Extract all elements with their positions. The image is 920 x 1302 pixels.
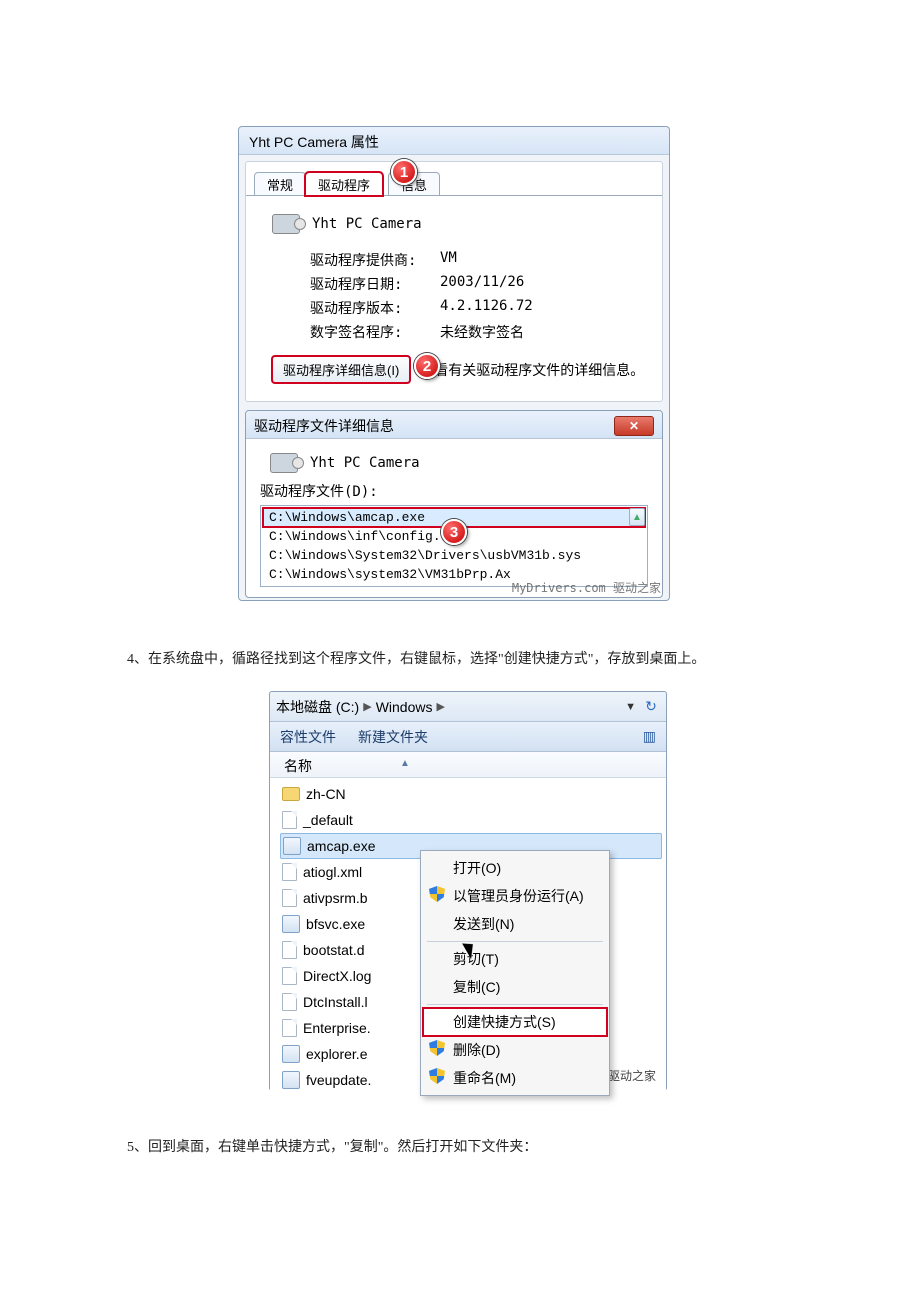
- breadcrumb-part[interactable]: 本地磁盘 (C:): [276, 697, 359, 717]
- properties-dialog-screenshot: Yht PC Camera 属性 常规 驱动程序 信息 1 Yht PC Cam…: [238, 126, 670, 601]
- close-button[interactable]: ✕: [614, 416, 654, 436]
- folder-icon: [282, 787, 300, 801]
- item-label: amcap.exe: [307, 838, 375, 854]
- signer-value: 未经数字签名: [440, 322, 524, 342]
- ctx-label: 重命名(M): [453, 1070, 516, 1086]
- breadcrumb-part[interactable]: Windows: [376, 699, 433, 715]
- watermark-text: MyDrivers.com 驱动之家: [512, 579, 661, 596]
- item-label: zh-CN: [306, 786, 346, 802]
- ctx-cut[interactable]: 剪切(T): [423, 945, 607, 973]
- signer-label: 数字签名程序:: [310, 322, 440, 342]
- item-label: atiogl.xml: [303, 864, 362, 880]
- tab-general[interactable]: 常规: [254, 172, 306, 196]
- shield-icon: [429, 1040, 445, 1056]
- breadcrumb-separator-icon: ▶: [363, 700, 371, 713]
- article-step-4: 4、在系统盘中，循路径找到这个程序文件，右键鼠标，选择"创建快捷方式"，存放到桌…: [127, 648, 807, 668]
- file-icon: [282, 993, 297, 1011]
- column-header[interactable]: 名称 ▲: [270, 752, 666, 778]
- column-name: 名称: [284, 758, 312, 774]
- item-label: bootstat.d: [303, 942, 365, 958]
- ctx-run-as-admin[interactable]: 以管理员身份运行(A): [423, 882, 607, 910]
- window-title: Yht PC Camera 属性: [239, 127, 669, 155]
- driver-details-button[interactable]: 驱动程序详细信息(I): [272, 356, 410, 383]
- ctx-label: 删除(D): [453, 1042, 500, 1058]
- ctx-send-to[interactable]: 发送到(N): [423, 910, 607, 938]
- explorer-screenshot: 本地磁盘 (C:) ▶ Windows ▶ ▼ ↻ 容性文件 新建文件夹 ▥ 名…: [269, 691, 667, 1091]
- view-options-icon[interactable]: ▥: [643, 728, 656, 745]
- ctx-create-shortcut[interactable]: 创建快捷方式(S): [423, 1008, 607, 1036]
- refresh-icon[interactable]: ↻: [642, 698, 660, 716]
- file-icon: [282, 889, 297, 907]
- item-label: fveupdate.: [306, 1072, 371, 1088]
- shield-icon: [429, 1068, 445, 1084]
- driver-files-dialog: 驱动程序文件详细信息 ✕ Yht PC Camera 驱动程序文件(D): C:…: [245, 410, 663, 598]
- ctx-delete[interactable]: 删除(D): [423, 1036, 607, 1064]
- toolbar-compat-files[interactable]: 容性文件: [280, 727, 336, 747]
- list-item[interactable]: _default: [280, 807, 662, 833]
- ctx-copy[interactable]: 复制(C): [423, 973, 607, 1001]
- file-icon: [282, 967, 297, 985]
- file-icon: [282, 941, 297, 959]
- tab-driver[interactable]: 驱动程序: [305, 172, 383, 196]
- driver-tab-content: Yht PC Camera 驱动程序提供商:VM 驱动程序日期:2003/11/…: [246, 195, 662, 401]
- version-value: 4.2.1126.72: [440, 298, 533, 318]
- sort-asc-icon: ▲: [400, 758, 410, 769]
- context-menu: 打开(O) 以管理员身份运行(A) 发送到(N) 剪切(T) 复制(C) 创建快…: [420, 850, 610, 1096]
- callout-3: 3: [441, 519, 467, 545]
- files-list-label: 驱动程序文件(D):: [260, 481, 648, 505]
- exe-icon: [282, 915, 300, 933]
- exe-icon: [282, 1045, 300, 1063]
- driver-files-listbox[interactable]: C:\Windows\amcap.exe C:\Windows\inf\conf…: [260, 505, 648, 587]
- ctx-open[interactable]: 打开(O): [423, 854, 607, 882]
- version-label: 驱动程序版本:: [310, 298, 440, 318]
- scroll-up-button[interactable]: ▲: [629, 508, 645, 526]
- file-icon: [282, 1019, 297, 1037]
- callout-2: 2: [414, 353, 440, 379]
- file-icon: [282, 863, 297, 881]
- date-value: 2003/11/26: [440, 274, 524, 294]
- device-name: Yht PC Camera: [312, 216, 422, 232]
- explorer-toolbar: 容性文件 新建文件夹 ▥: [270, 722, 666, 752]
- camera-icon: [272, 214, 300, 234]
- toolbar-new-folder[interactable]: 新建文件夹: [358, 727, 428, 747]
- dropdown-icon[interactable]: ▼: [625, 701, 636, 713]
- article-step-5: 5、回到桌面，右键单击快捷方式，"复制"。然后打开如下文件夹：: [127, 1136, 727, 1156]
- ctx-label: 以管理员身份运行(A): [453, 888, 584, 904]
- item-label: bfsvc.exe: [306, 916, 365, 932]
- files-dialog-title: 驱动程序文件详细信息: [254, 416, 394, 433]
- date-label: 驱动程序日期:: [310, 274, 440, 294]
- close-icon: ✕: [629, 419, 639, 433]
- list-item[interactable]: zh-CN: [280, 781, 662, 807]
- provider-label: 驱动程序提供商:: [310, 250, 440, 270]
- tab-strip: 常规 驱动程序 信息: [246, 162, 662, 196]
- item-label: DirectX.log: [303, 968, 371, 984]
- exe-icon: [282, 1071, 300, 1089]
- breadcrumb-bar: 本地磁盘 (C:) ▶ Windows ▶ ▼ ↻: [270, 692, 666, 722]
- item-label: ativpsrm.b: [303, 890, 368, 906]
- ctx-rename[interactable]: 重命名(M): [423, 1064, 607, 1092]
- file-item[interactable]: C:\Windows\System32\Drivers\usbVM31b.sys: [263, 546, 645, 565]
- item-label: _default: [303, 812, 353, 828]
- camera-icon: [270, 453, 298, 473]
- exe-icon: [283, 837, 301, 855]
- driver-details-desc: 查看有关驱动程序文件的详细信息。: [420, 360, 644, 380]
- files-device-name: Yht PC Camera: [310, 455, 420, 471]
- item-label: Enterprise.: [303, 1020, 371, 1036]
- ctx-separator: [427, 941, 603, 942]
- callout-1: 1: [391, 159, 417, 185]
- breadcrumb-separator-icon: ▶: [436, 700, 444, 713]
- file-icon: [282, 811, 297, 829]
- item-label: explorer.e: [306, 1046, 367, 1062]
- shield-icon: [429, 886, 445, 902]
- properties-panel: 常规 驱动程序 信息 1 Yht PC Camera 驱动程序提供商:VM 驱动…: [245, 161, 663, 402]
- ctx-separator: [427, 1004, 603, 1005]
- item-label: DtcInstall.l: [303, 994, 368, 1010]
- provider-value: VM: [440, 250, 457, 270]
